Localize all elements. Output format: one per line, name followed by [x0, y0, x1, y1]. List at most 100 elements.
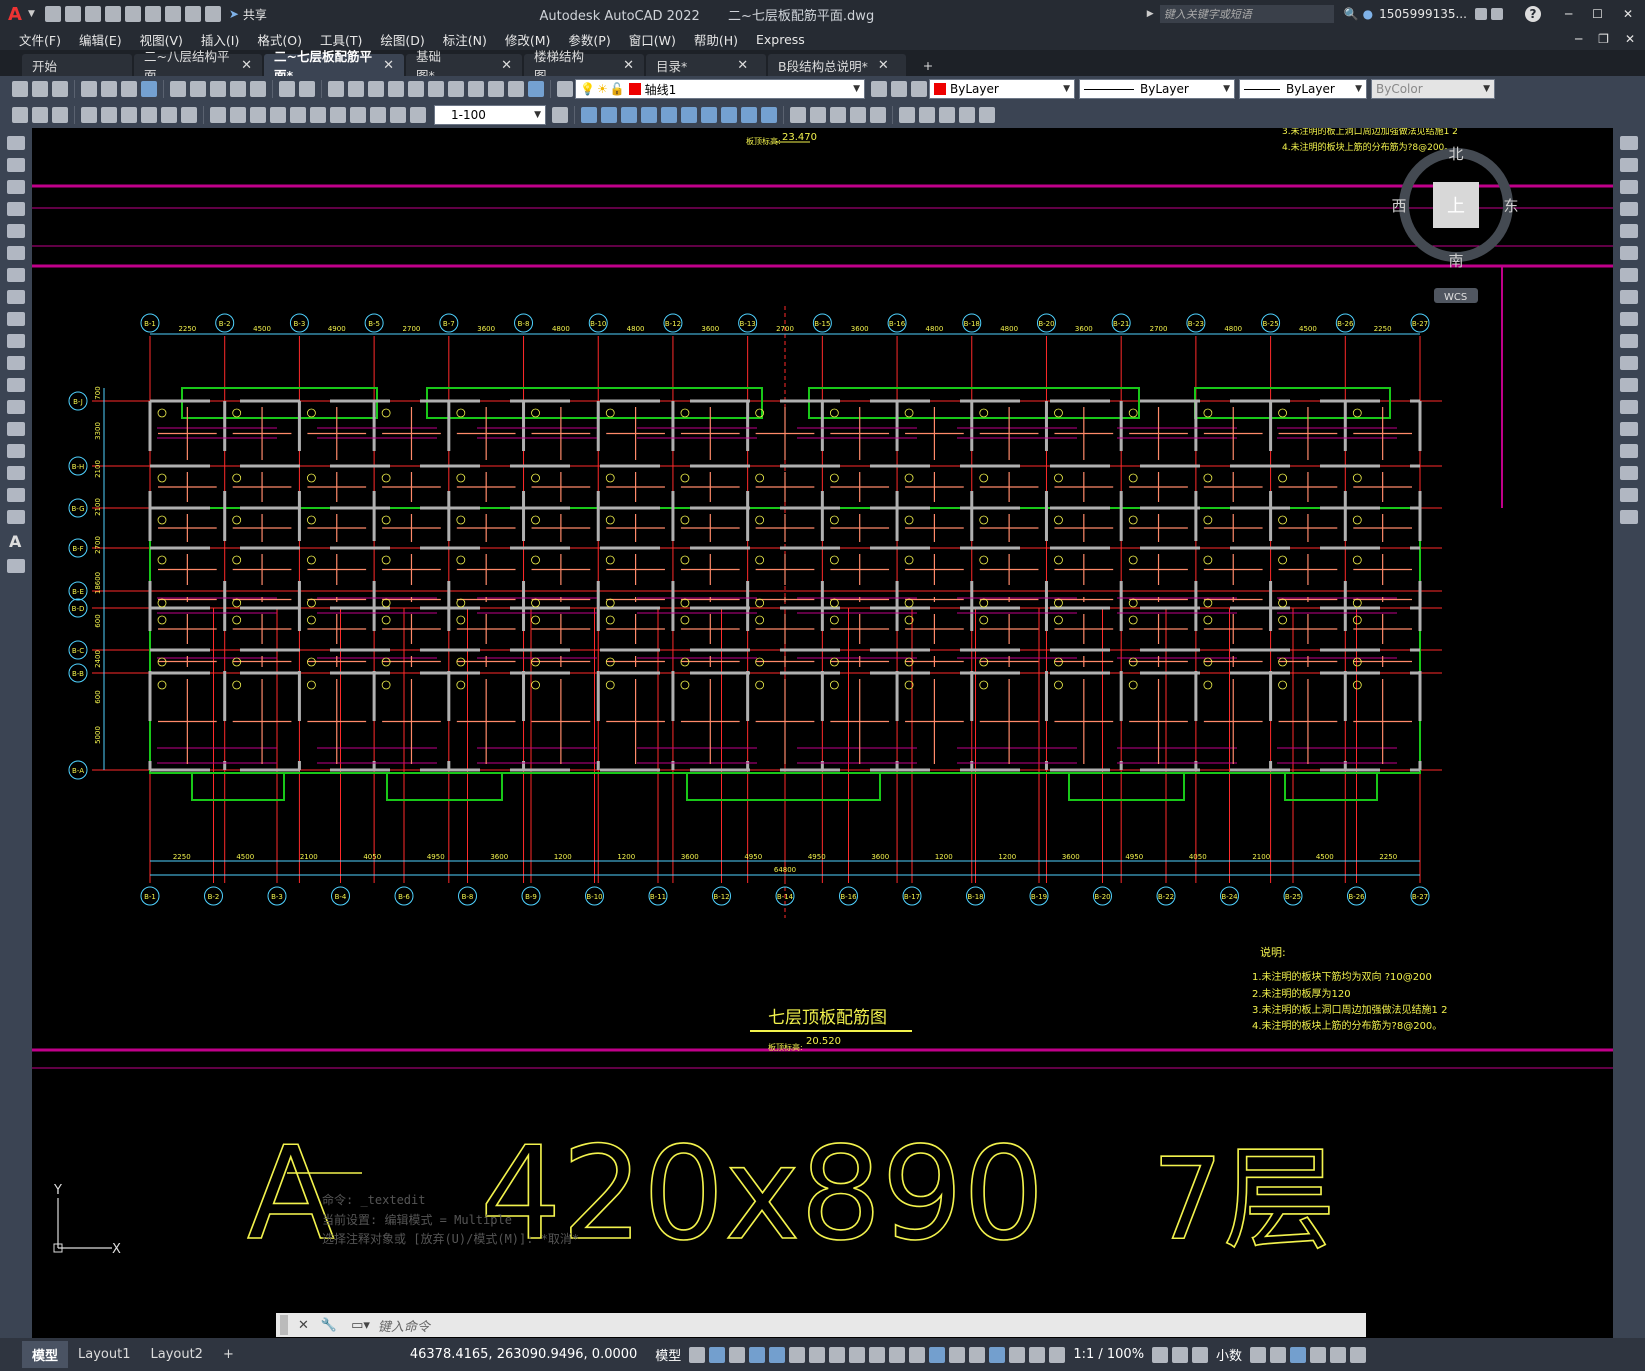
array-icon[interactable]: [641, 107, 657, 123]
lineweight-dropdown[interactable]: ByLayer ▼: [1239, 79, 1367, 99]
undo-icon[interactable]: [184, 6, 201, 22]
doc-minimize-button[interactable]: ─: [1575, 32, 1582, 46]
mirror-icon[interactable]: [601, 107, 617, 123]
zoom-realtime-icon[interactable]: [348, 81, 364, 97]
dim-radius-icon[interactable]: [101, 107, 117, 123]
point-icon[interactable]: [7, 422, 25, 436]
isodraft-icon[interactable]: [809, 1346, 826, 1363]
annotation-scale[interactable]: 1:1 / 100%: [1073, 1347, 1144, 1362]
image-icon[interactable]: [979, 107, 995, 123]
tool-palettes-icon[interactable]: [448, 81, 464, 97]
zoom-previous-icon[interactable]: [388, 81, 404, 97]
save-icon[interactable]: [52, 81, 68, 97]
rotate-icon[interactable]: [1620, 268, 1638, 282]
app-logo[interactable]: A: [8, 4, 22, 25]
viewcube[interactable]: 上 北 南 西 东 WCS: [1391, 145, 1519, 303]
stretch-icon[interactable]: [1620, 312, 1638, 326]
color-dropdown[interactable]: ByLayer ▼: [929, 79, 1075, 99]
add-layout-button[interactable]: +: [213, 1343, 244, 1366]
array-icon[interactable]: [1620, 224, 1638, 238]
annotation-monitor-icon[interactable]: [1172, 1346, 1189, 1363]
undo-icon[interactable]: [279, 81, 295, 97]
markup-icon[interactable]: [488, 81, 504, 97]
scale-icon[interactable]: [701, 107, 717, 123]
dim-break-icon[interactable]: [270, 107, 286, 123]
tab-contents[interactable]: 目录* ✕: [646, 54, 766, 76]
attribute-icon[interactable]: [939, 107, 955, 123]
layer-states-icon[interactable]: [911, 81, 927, 97]
save-as-icon[interactable]: [104, 6, 121, 22]
wcs-label[interactable]: WCS: [1444, 292, 1467, 303]
cmd-history-icon[interactable]: ▭▾: [351, 1318, 370, 1333]
tab-start[interactable]: 开始: [22, 54, 132, 76]
copy-icon[interactable]: [1620, 158, 1638, 172]
autodesk-a360-icon[interactable]: [1490, 8, 1503, 20]
open-file-icon[interactable]: [64, 6, 81, 22]
share-button[interactable]: 共享: [243, 6, 267, 23]
layer-lock-icon[interactable]: 🔓: [610, 82, 625, 96]
coordinates-readout[interactable]: 46378.4165, 263090.9496, 0.0000: [410, 1347, 637, 1362]
plot-icon[interactable]: [164, 6, 181, 22]
offset-icon[interactable]: [1620, 202, 1638, 216]
join-icon[interactable]: [810, 107, 826, 123]
dim-tedit-icon[interactable]: [390, 107, 406, 123]
dim-update-icon[interactable]: [410, 107, 426, 123]
mtext-icon[interactable]: A: [9, 532, 23, 551]
fillet-icon[interactable]: [1620, 466, 1638, 480]
tolerance-icon[interactable]: [290, 107, 306, 123]
arc-icon[interactable]: [7, 246, 25, 260]
design-center-icon[interactable]: [428, 81, 444, 97]
isolate-objects-icon[interactable]: [1290, 1346, 1307, 1363]
calculator-icon[interactable]: [508, 81, 524, 97]
insert-block-icon[interactable]: [899, 107, 915, 123]
close-tab-icon[interactable]: ✕: [383, 58, 394, 73]
polygon-icon[interactable]: [7, 202, 25, 216]
tab-stair-structure[interactable]: 楼梯结构图✕: [524, 49, 644, 83]
viewcube-top[interactable]: 上: [1447, 196, 1465, 217]
save-icon[interactable]: [84, 6, 101, 22]
maximize-button[interactable]: ☐: [1592, 7, 1603, 21]
ortho-icon[interactable]: [769, 1346, 786, 1363]
dim-baseline-icon[interactable]: [210, 107, 226, 123]
snap-icon[interactable]: [709, 1346, 726, 1363]
tab-structure-plan[interactable]: 二~八层结构平面✕: [134, 49, 262, 83]
chamfer-icon[interactable]: [830, 107, 846, 123]
dynamic-ucs-icon[interactable]: [949, 1346, 966, 1363]
layout-tab-model[interactable]: 模型: [22, 1341, 69, 1368]
dim-linear-icon[interactable]: [12, 107, 28, 123]
chamfer-icon[interactable]: [1620, 444, 1638, 458]
pan-icon[interactable]: [328, 81, 344, 97]
viewcube-south[interactable]: 南: [1448, 252, 1463, 270]
save-web-icon[interactable]: [144, 6, 161, 22]
lock-ui-icon[interactable]: [1270, 1346, 1287, 1363]
spline-icon[interactable]: [7, 312, 25, 326]
extend-icon[interactable]: [761, 107, 777, 123]
circle-icon[interactable]: [7, 268, 25, 282]
cut-icon[interactable]: [170, 81, 186, 97]
dim-arc-icon[interactable]: [52, 107, 68, 123]
explode-icon[interactable]: [1620, 510, 1638, 524]
close-tab-icon[interactable]: ✕: [878, 58, 889, 73]
make-current-icon[interactable]: [871, 81, 887, 97]
dim-ordinate-icon[interactable]: [81, 107, 97, 123]
explode-icon[interactable]: [870, 107, 886, 123]
publish-icon[interactable]: [121, 81, 137, 97]
graphics-performance-icon[interactable]: [1310, 1346, 1327, 1363]
help-icon[interactable]: ?: [1524, 6, 1541, 22]
make-block-icon[interactable]: [919, 107, 935, 123]
gradient-icon[interactable]: [7, 466, 25, 480]
minimize-button[interactable]: ─: [1565, 7, 1572, 21]
fillet-icon[interactable]: [850, 107, 866, 123]
mirror-icon[interactable]: [1620, 180, 1638, 194]
clean-screen-icon[interactable]: [1330, 1346, 1347, 1363]
cart-icon[interactable]: [1474, 8, 1487, 20]
revcloud-icon[interactable]: [7, 290, 25, 304]
close-tab-icon[interactable]: ✕: [737, 58, 748, 73]
annotation-scale-icon[interactable]: [1049, 1346, 1066, 1363]
move-icon[interactable]: [661, 107, 677, 123]
erase-icon[interactable]: [1620, 136, 1638, 150]
3d-dwf-icon[interactable]: [141, 81, 157, 97]
preview-icon[interactable]: [101, 81, 117, 97]
zoom-window-icon[interactable]: [368, 81, 384, 97]
osnap-icon[interactable]: [849, 1346, 866, 1363]
